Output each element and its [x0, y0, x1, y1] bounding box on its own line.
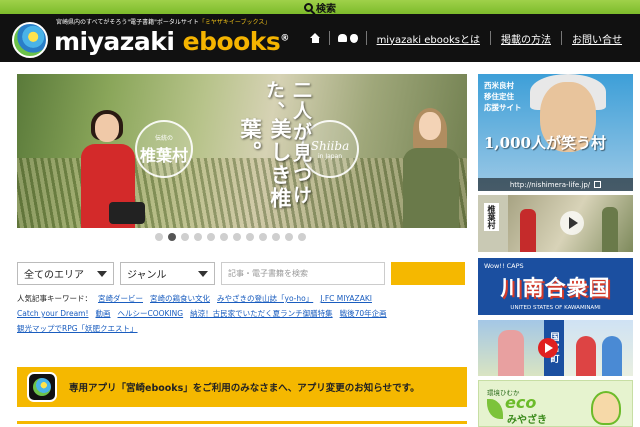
- keyword-link[interactable]: 観光マップでRPG「妖肥クエスト」: [17, 324, 138, 333]
- ad2-figure-green: [602, 207, 618, 252]
- hero-headline-2: 美しき椎葉。: [238, 118, 293, 210]
- keyword-search-input[interactable]: 記事・電子書籍を検索: [221, 262, 385, 285]
- ad5-miya: みやざき: [507, 415, 547, 426]
- carousel-dot[interactable]: [220, 233, 228, 241]
- apple-icon: [349, 33, 358, 43]
- tagline-accent: 「ミヤザキイーブックス」: [198, 19, 271, 26]
- search-icon: [304, 2, 313, 12]
- logo-icon[interactable]: [12, 22, 48, 58]
- top-search-toggle[interactable]: 検索: [304, 0, 336, 15]
- keyword-link[interactable]: 動画: [96, 309, 111, 318]
- ad1-label-line1: 西米良村: [484, 81, 514, 90]
- site-logo[interactable]: miyazaki ebooks®: [54, 27, 289, 56]
- external-link-icon: [594, 181, 602, 188]
- carousel-dot[interactable]: [168, 233, 176, 241]
- keyword-link[interactable]: J.FC MIYAZAKI: [320, 294, 372, 303]
- camera-icon: [109, 202, 145, 224]
- ad-nishimera[interactable]: 西米良村 移住定住 応援サイト 1,000人が笑う村 http://nishim…: [478, 74, 633, 191]
- carousel-dot[interactable]: [246, 233, 254, 241]
- nav-listing-link[interactable]: 掲載の方法: [491, 31, 561, 46]
- ad-kawaminami[interactable]: Wow!! CAPS 川南合衆国 UNITED STATES OF KAWAMI…: [478, 258, 633, 315]
- chevron-down-icon: [198, 270, 208, 277]
- play-icon[interactable]: [538, 338, 558, 358]
- ad3-title: 川南合衆国: [500, 275, 611, 300]
- leaf-icon: [487, 399, 503, 419]
- logo-text-part1: miyazaki: [54, 27, 183, 56]
- ad-nishimera-headline: 1,000人が笑う村: [484, 134, 606, 152]
- ad2-label: 椎葉村: [484, 203, 499, 231]
- app-logo-icon: [27, 372, 57, 402]
- ad-eco-miyazaki[interactable]: 環境ひむか eco みやざき: [478, 380, 633, 427]
- app-change-notice[interactable]: 専用アプリ「宮崎ebooks」をご利用のみなさまへ、アプリ変更のお知らせです。: [17, 367, 467, 407]
- app-download-link[interactable]: [330, 33, 366, 43]
- genre-select-value: ジャンル: [127, 270, 167, 281]
- carousel-dot[interactable]: [259, 233, 267, 241]
- hero-woman-right: [399, 104, 461, 228]
- genre-select[interactable]: ジャンル: [120, 262, 215, 285]
- keyword-link[interactable]: ヘルシーCOOKING: [118, 309, 184, 318]
- ad4-left-scene: [478, 320, 544, 376]
- ad-nishimera-url[interactable]: http://nishimera-life.jp/: [478, 178, 633, 191]
- area-select-value: 全てのエリア: [24, 270, 84, 281]
- chevron-down-icon: [97, 270, 107, 277]
- carousel-dot[interactable]: [181, 233, 189, 241]
- keyword-link[interactable]: みやざきの登山誌「yo-ho」: [217, 294, 313, 303]
- carousel-dot[interactable]: [272, 233, 280, 241]
- notice-text: 専用アプリ「宮崎ebooks」をご利用のみなさまへ、アプリ変更のお知らせです。: [69, 383, 420, 394]
- search-form: 全てのエリア ジャンル 記事・電子書籍を検索: [17, 262, 467, 285]
- keyword-link[interactable]: 宮崎ダービー: [98, 294, 143, 303]
- area-select[interactable]: 全てのエリア: [17, 262, 114, 285]
- play-icon[interactable]: [560, 211, 584, 235]
- ad4-right-scene: [564, 320, 633, 376]
- ad-nishimera-label: 西米良村 移住定住 応援サイト: [484, 80, 522, 113]
- android-icon: [337, 34, 347, 42]
- ad-kunitomi[interactable]: 国富町: [478, 320, 633, 376]
- carousel-dot[interactable]: [233, 233, 241, 241]
- popular-keywords: 人気記事キーワード： 宮崎ダービー 宮崎の鶏食い文化 みやざきの登山誌「yo-ho」 J…: [17, 291, 467, 336]
- home-link[interactable]: [302, 33, 329, 43]
- hero-stamp-shiiba: 伝統の 椎葉村: [135, 120, 193, 178]
- stamp2-big: Shiiba: [310, 138, 350, 153]
- keyword-link[interactable]: 納涼！古民家でいただく夏ランチ御膳特集: [190, 309, 333, 318]
- keyword-link[interactable]: 宮崎の鶏食い文化: [150, 294, 210, 303]
- site-header: 宮崎県内のすべてがそろう"電子書籍"ポータルサイト「ミヤザキイーブックス」 mi…: [0, 14, 640, 62]
- keyword-link[interactable]: Catch your Dream!: [17, 309, 89, 318]
- logo-text-part2: ebooks: [182, 27, 281, 56]
- stamp1-small: 伝統の: [154, 134, 173, 142]
- top-search-label: 検索: [316, 3, 336, 15]
- top-search-bar[interactable]: 検索: [0, 0, 640, 15]
- ad1-label-line2: 移住定住: [484, 92, 514, 101]
- carousel-dot[interactable]: [298, 233, 306, 241]
- ad5-mascot: [591, 391, 621, 425]
- ad2-figure-red: [520, 209, 536, 252]
- keywords-label: 人気記事キーワード：: [17, 294, 92, 303]
- logo-registered-mark: ®: [280, 33, 289, 44]
- ad1-label-line3: 応援サイト: [484, 103, 522, 112]
- nav-contact-link[interactable]: お問い合せ: [562, 31, 632, 46]
- keyword-link[interactable]: 戦後70年企画: [340, 309, 387, 318]
- site-tagline: 宮崎県内のすべてがそろう"電子書籍"ポータルサイト「ミヤザキイーブックス」: [56, 17, 270, 26]
- ad-shiiba-video[interactable]: 椎葉村: [478, 195, 633, 252]
- ad3-strip: UNITED STATES OF KAWAMINAMI: [510, 305, 601, 311]
- carousel-dot[interactable]: [207, 233, 215, 241]
- stamp1-big: 椎葉村: [139, 145, 188, 165]
- search-placeholder: 記事・電子書籍を検索: [228, 269, 308, 278]
- carousel-dots: [155, 233, 306, 241]
- ad1-url-text: http://nishimera-life.jp/: [509, 180, 591, 189]
- carousel-dot[interactable]: [155, 233, 163, 241]
- nav-about-link[interactable]: miyazaki ebooksとは: [367, 31, 490, 46]
- section-divider: [17, 421, 467, 424]
- ad3-sub: Wow!! CAPS: [484, 262, 524, 270]
- carousel-dot[interactable]: [285, 233, 293, 241]
- ad5-eco: eco: [505, 393, 537, 412]
- search-submit-button[interactable]: [391, 262, 465, 285]
- hero-banner[interactable]: 伝統の 椎葉村 Shiiba in Japan 二人が見つけた、 美しき椎葉。: [17, 74, 467, 228]
- carousel-dot[interactable]: [194, 233, 202, 241]
- stamp2-small: in Japan: [317, 152, 343, 160]
- header-nav: miyazaki ebooksとは 掲載の方法 お問い合せ: [302, 30, 632, 46]
- tagline-prefix: 宮崎県内のすべてがそろう"電子書籍"ポータルサイト: [56, 19, 199, 26]
- home-icon: [309, 33, 321, 43]
